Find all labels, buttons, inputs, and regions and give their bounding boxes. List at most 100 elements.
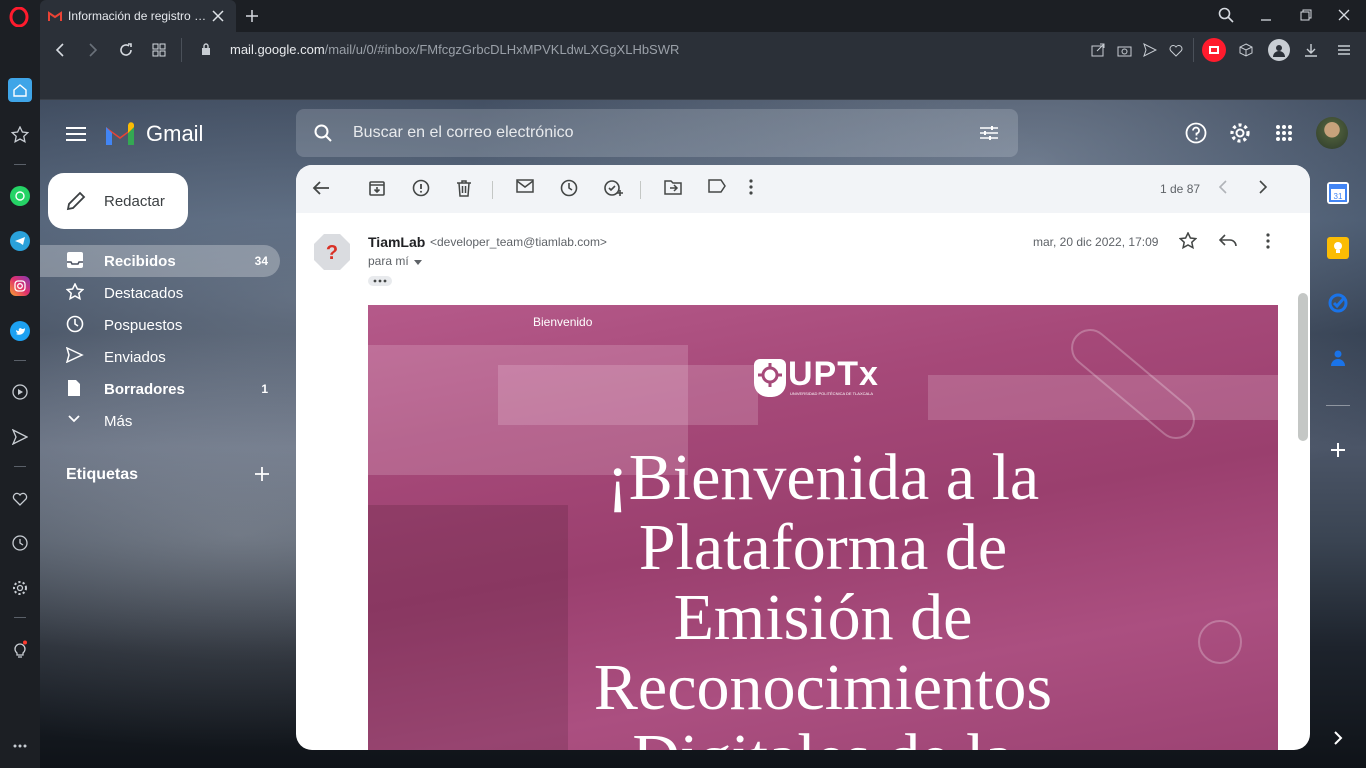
message-more-icon[interactable] — [1258, 231, 1278, 251]
extension-icon[interactable] — [1202, 38, 1226, 62]
nav-item-snoozed[interactable]: Pospuestos — [40, 309, 280, 341]
close-window-icon[interactable] — [1334, 5, 1354, 25]
cube-extension-icon[interactable] — [1236, 40, 1256, 60]
camera-icon[interactable] — [1114, 40, 1134, 60]
more-sidebar-icon[interactable] — [10, 736, 30, 756]
search-options-icon[interactable] — [978, 122, 1000, 144]
forward-icon[interactable] — [83, 40, 103, 60]
whatsapp-icon[interactable] — [10, 186, 30, 206]
compose-label: Redactar — [104, 193, 165, 210]
help-icon[interactable] — [1184, 121, 1208, 145]
reload-icon[interactable] — [116, 40, 136, 60]
sender-email: <developer_team@tiamlab.com> — [430, 235, 607, 249]
nav-item-inbox[interactable]: Recibidos 34 — [40, 245, 280, 277]
message-date: mar, 20 dic 2022, 17:09 — [1033, 235, 1159, 249]
get-addons-icon[interactable] — [1327, 439, 1349, 461]
keep-icon[interactable] — [1327, 237, 1349, 259]
instagram-icon[interactable] — [10, 276, 30, 296]
star-icon — [66, 283, 86, 303]
report-spam-icon[interactable] — [412, 179, 432, 199]
tasks-icon[interactable] — [1327, 292, 1349, 314]
nav-item-sent[interactable]: Enviados — [40, 341, 280, 373]
page-top-strip — [40, 68, 1366, 100]
main-menu-icon[interactable] — [64, 122, 88, 146]
easy-setup-icon[interactable] — [1334, 40, 1354, 60]
divider — [492, 181, 493, 199]
close-tab-icon[interactable] — [212, 10, 224, 22]
newer-icon[interactable] — [1218, 179, 1238, 199]
gmail-favicon-icon — [48, 10, 62, 22]
recipient[interactable]: para mí — [368, 254, 409, 268]
home-icon[interactable] — [8, 78, 32, 102]
opera-menu-icon[interactable] — [8, 6, 30, 28]
mark-unread-icon[interactable] — [516, 179, 536, 199]
back-icon[interactable] — [50, 40, 70, 60]
svg-text:31: 31 — [1334, 192, 1343, 201]
older-icon[interactable] — [1258, 179, 1278, 199]
search-tabs-icon[interactable] — [1216, 5, 1236, 25]
lightbulb-icon[interactable] — [10, 639, 30, 659]
nav-item-more[interactable]: Más — [40, 405, 280, 437]
show-trimmed-content[interactable] — [368, 276, 392, 286]
heart-bookmark-icon[interactable] — [1166, 40, 1186, 60]
calendar-icon[interactable]: 31 — [1327, 182, 1349, 204]
profile-icon[interactable] — [1268, 39, 1290, 61]
speed-dial-icon[interactable] — [149, 40, 169, 60]
telegram-icon[interactable] — [10, 231, 30, 251]
uptx-logo: UPTx UNIVERSIDAD POLITÉCNICA DE TLAXCALA — [754, 355, 894, 401]
snooze-icon[interactable] — [560, 179, 580, 199]
label-icon[interactable] — [708, 179, 728, 199]
my-flow-icon[interactable] — [10, 427, 30, 447]
search-icon[interactable] — [312, 122, 334, 144]
nav-label: Destacados — [104, 284, 184, 302]
gmail-app: Gmail Buscar en el correo electrónico Re… — [40, 100, 1366, 768]
sender-avatar[interactable]: ? — [312, 232, 352, 272]
restore-icon[interactable] — [1296, 5, 1316, 25]
avatar[interactable] — [1316, 117, 1348, 149]
apps-grid-icon[interactable] — [1272, 121, 1296, 145]
new-tab-icon[interactable] — [242, 6, 262, 26]
divider — [640, 181, 641, 199]
settings-gear-icon[interactable] — [10, 578, 30, 598]
settings-icon[interactable] — [1228, 121, 1252, 145]
lock-icon[interactable] — [198, 41, 214, 57]
pinboards-heart-icon[interactable] — [10, 488, 30, 508]
url-text[interactable]: mail.google.com/mail/u/0/#inbox/FMfcgzGr… — [230, 42, 679, 57]
reply-icon[interactable] — [1218, 231, 1238, 251]
chevron-down-icon — [66, 411, 86, 431]
move-to-icon[interactable] — [664, 179, 684, 199]
show-side-panel-icon[interactable] — [1327, 727, 1349, 749]
nav-count: 34 — [254, 254, 268, 268]
history-clock-icon[interactable] — [10, 533, 30, 553]
more-vert-icon[interactable] — [748, 179, 768, 199]
contacts-icon[interactable] — [1327, 347, 1349, 369]
headline-line: ¡Bienvenida a la — [606, 441, 1040, 514]
recipient-details-icon[interactable] — [412, 256, 424, 268]
add-task-icon[interactable] — [604, 179, 624, 199]
snapshot-share-icon[interactable] — [1088, 40, 1108, 60]
add-label-icon[interactable] — [252, 464, 272, 484]
send-icon[interactable] — [1140, 40, 1160, 60]
delete-icon[interactable] — [456, 179, 476, 199]
player-icon[interactable] — [10, 382, 30, 402]
compose-button[interactable]: Redactar — [48, 173, 188, 229]
browser-tab[interactable]: Información de registro a la — [40, 0, 236, 32]
draft-file-icon — [66, 379, 86, 399]
divider — [14, 164, 26, 165]
star-message-icon[interactable] — [1178, 231, 1198, 251]
message-toolbar: 1 de 87 — [296, 165, 1310, 213]
archive-icon[interactable] — [368, 179, 388, 199]
search-bar[interactable]: Buscar en el correo electrónico — [296, 109, 1018, 157]
star-bookmarks-icon[interactable] — [9, 124, 31, 146]
minimize-icon[interactable] — [1256, 5, 1276, 25]
divider — [14, 360, 26, 361]
nav-item-starred[interactable]: Destacados — [40, 277, 280, 309]
twitter-icon[interactable] — [10, 321, 30, 341]
nav-item-drafts[interactable]: Borradores 1 — [40, 373, 280, 405]
gmail-logo-icon[interactable] — [104, 121, 138, 147]
sender-name[interactable]: TiamLab — [368, 234, 425, 250]
search-input[interactable]: Buscar en el correo electrónico — [353, 124, 574, 142]
download-icon[interactable] — [1301, 40, 1321, 60]
back-to-inbox-icon[interactable] — [312, 179, 332, 199]
scrollbar-thumb[interactable] — [1298, 293, 1308, 441]
